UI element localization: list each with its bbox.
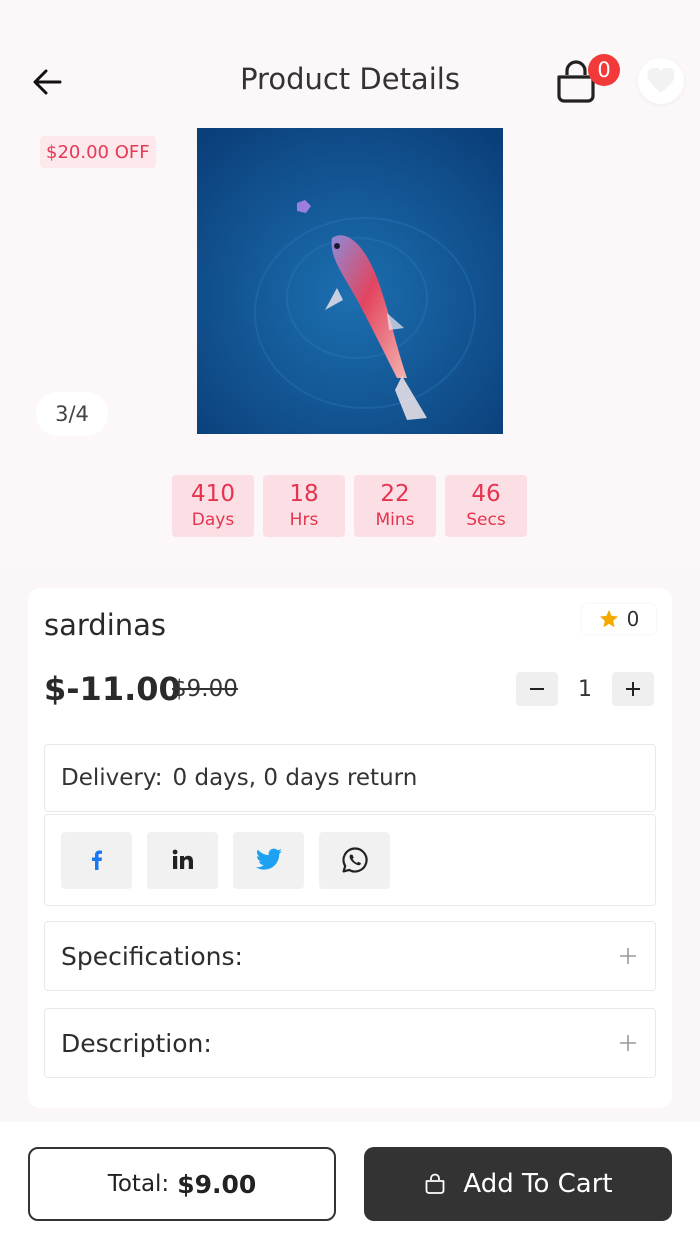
total-amount: $9.00 — [177, 1169, 257, 1199]
twitter-icon — [255, 848, 282, 870]
add-to-cart-button[interactable]: Add To Cart — [364, 1147, 672, 1221]
back-button[interactable] — [28, 62, 68, 102]
linkedin-share-button[interactable] — [147, 831, 218, 889]
share-buttons — [44, 814, 656, 906]
countdown-days: 410 Days — [172, 475, 254, 537]
add-to-cart-label: Add To Cart — [463, 1169, 613, 1199]
countdown-unit: Secs — [466, 510, 506, 530]
countdown-unit: Mins — [375, 510, 415, 530]
plus-icon — [620, 948, 636, 964]
product-details-page: Product Details 0 $20.00 OFF 3/4 410 Day… — [0, 0, 700, 1244]
description-accordion[interactable]: Description: — [44, 1008, 656, 1078]
specifications-accordion[interactable]: Specifications: — [44, 921, 656, 991]
bottom-action-bar: Total: $9.00 Add To Cart — [0, 1122, 700, 1244]
discount-badge: $20.00 OFF — [40, 136, 156, 168]
product-gallery-area: Product Details 0 $20.00 OFF 3/4 410 Day… — [0, 0, 700, 570]
plus-icon — [620, 1035, 636, 1051]
arrow-left-icon — [33, 69, 62, 95]
image-counter: 3/4 — [36, 392, 108, 436]
star-icon — [599, 610, 618, 628]
countdown-value: 46 — [471, 481, 501, 507]
countdown-minutes: 22 Mins — [354, 475, 436, 537]
specifications-label: Specifications: — [61, 941, 243, 971]
description-label: Description: — [61, 1028, 212, 1058]
whatsapp-icon — [341, 847, 368, 873]
sale-countdown: 410 Days 18 Hrs 22 Mins 46 Secs — [172, 475, 527, 537]
rating-badge: 0 — [582, 604, 656, 634]
increase-quantity-button[interactable] — [612, 672, 654, 706]
koi-fish-image — [197, 128, 503, 434]
delivery-value: 0 days, 0 days return — [172, 765, 418, 791]
countdown-value: 410 — [191, 481, 235, 507]
linkedin-icon — [172, 849, 193, 869]
quantity-value: 1 — [578, 676, 592, 702]
countdown-value: 22 — [380, 481, 410, 507]
minus-icon — [530, 688, 544, 690]
cart-count-badge: 0 — [588, 54, 620, 86]
product-image[interactable] — [197, 128, 503, 434]
total-display: Total: $9.00 — [28, 1147, 336, 1221]
product-info-card: sardinas 0 $-11.00 $9.00 1 Delivery: 0 d… — [28, 588, 672, 1108]
delivery-label: Delivery: — [61, 765, 163, 791]
heart-icon — [647, 68, 675, 93]
total-label: Total: — [107, 1171, 170, 1197]
shopping-bag-icon — [425, 1173, 445, 1194]
page-title: Product Details — [240, 62, 460, 96]
countdown-seconds: 46 Secs — [445, 475, 527, 537]
plus-icon — [626, 682, 640, 696]
decrease-quantity-button[interactable] — [516, 672, 558, 706]
delivery-info: Delivery: 0 days, 0 days return — [44, 744, 656, 812]
product-name: sardinas — [44, 608, 167, 642]
countdown-unit: Days — [191, 510, 235, 530]
countdown-value: 18 — [289, 481, 319, 507]
original-price: $9.00 — [172, 676, 238, 702]
quantity-stepper: 1 — [516, 672, 654, 706]
countdown-unit: Hrs — [289, 510, 319, 530]
wishlist-button[interactable] — [638, 58, 684, 104]
rating-value: 0 — [626, 607, 640, 631]
current-price: $-11.00 — [44, 670, 181, 708]
twitter-share-button[interactable] — [233, 831, 304, 889]
whatsapp-share-button[interactable] — [319, 831, 390, 889]
countdown-hours: 18 Hrs — [263, 475, 345, 537]
facebook-share-button[interactable] — [61, 831, 132, 889]
header: Product Details 0 — [0, 40, 700, 124]
facebook-icon — [91, 850, 102, 870]
